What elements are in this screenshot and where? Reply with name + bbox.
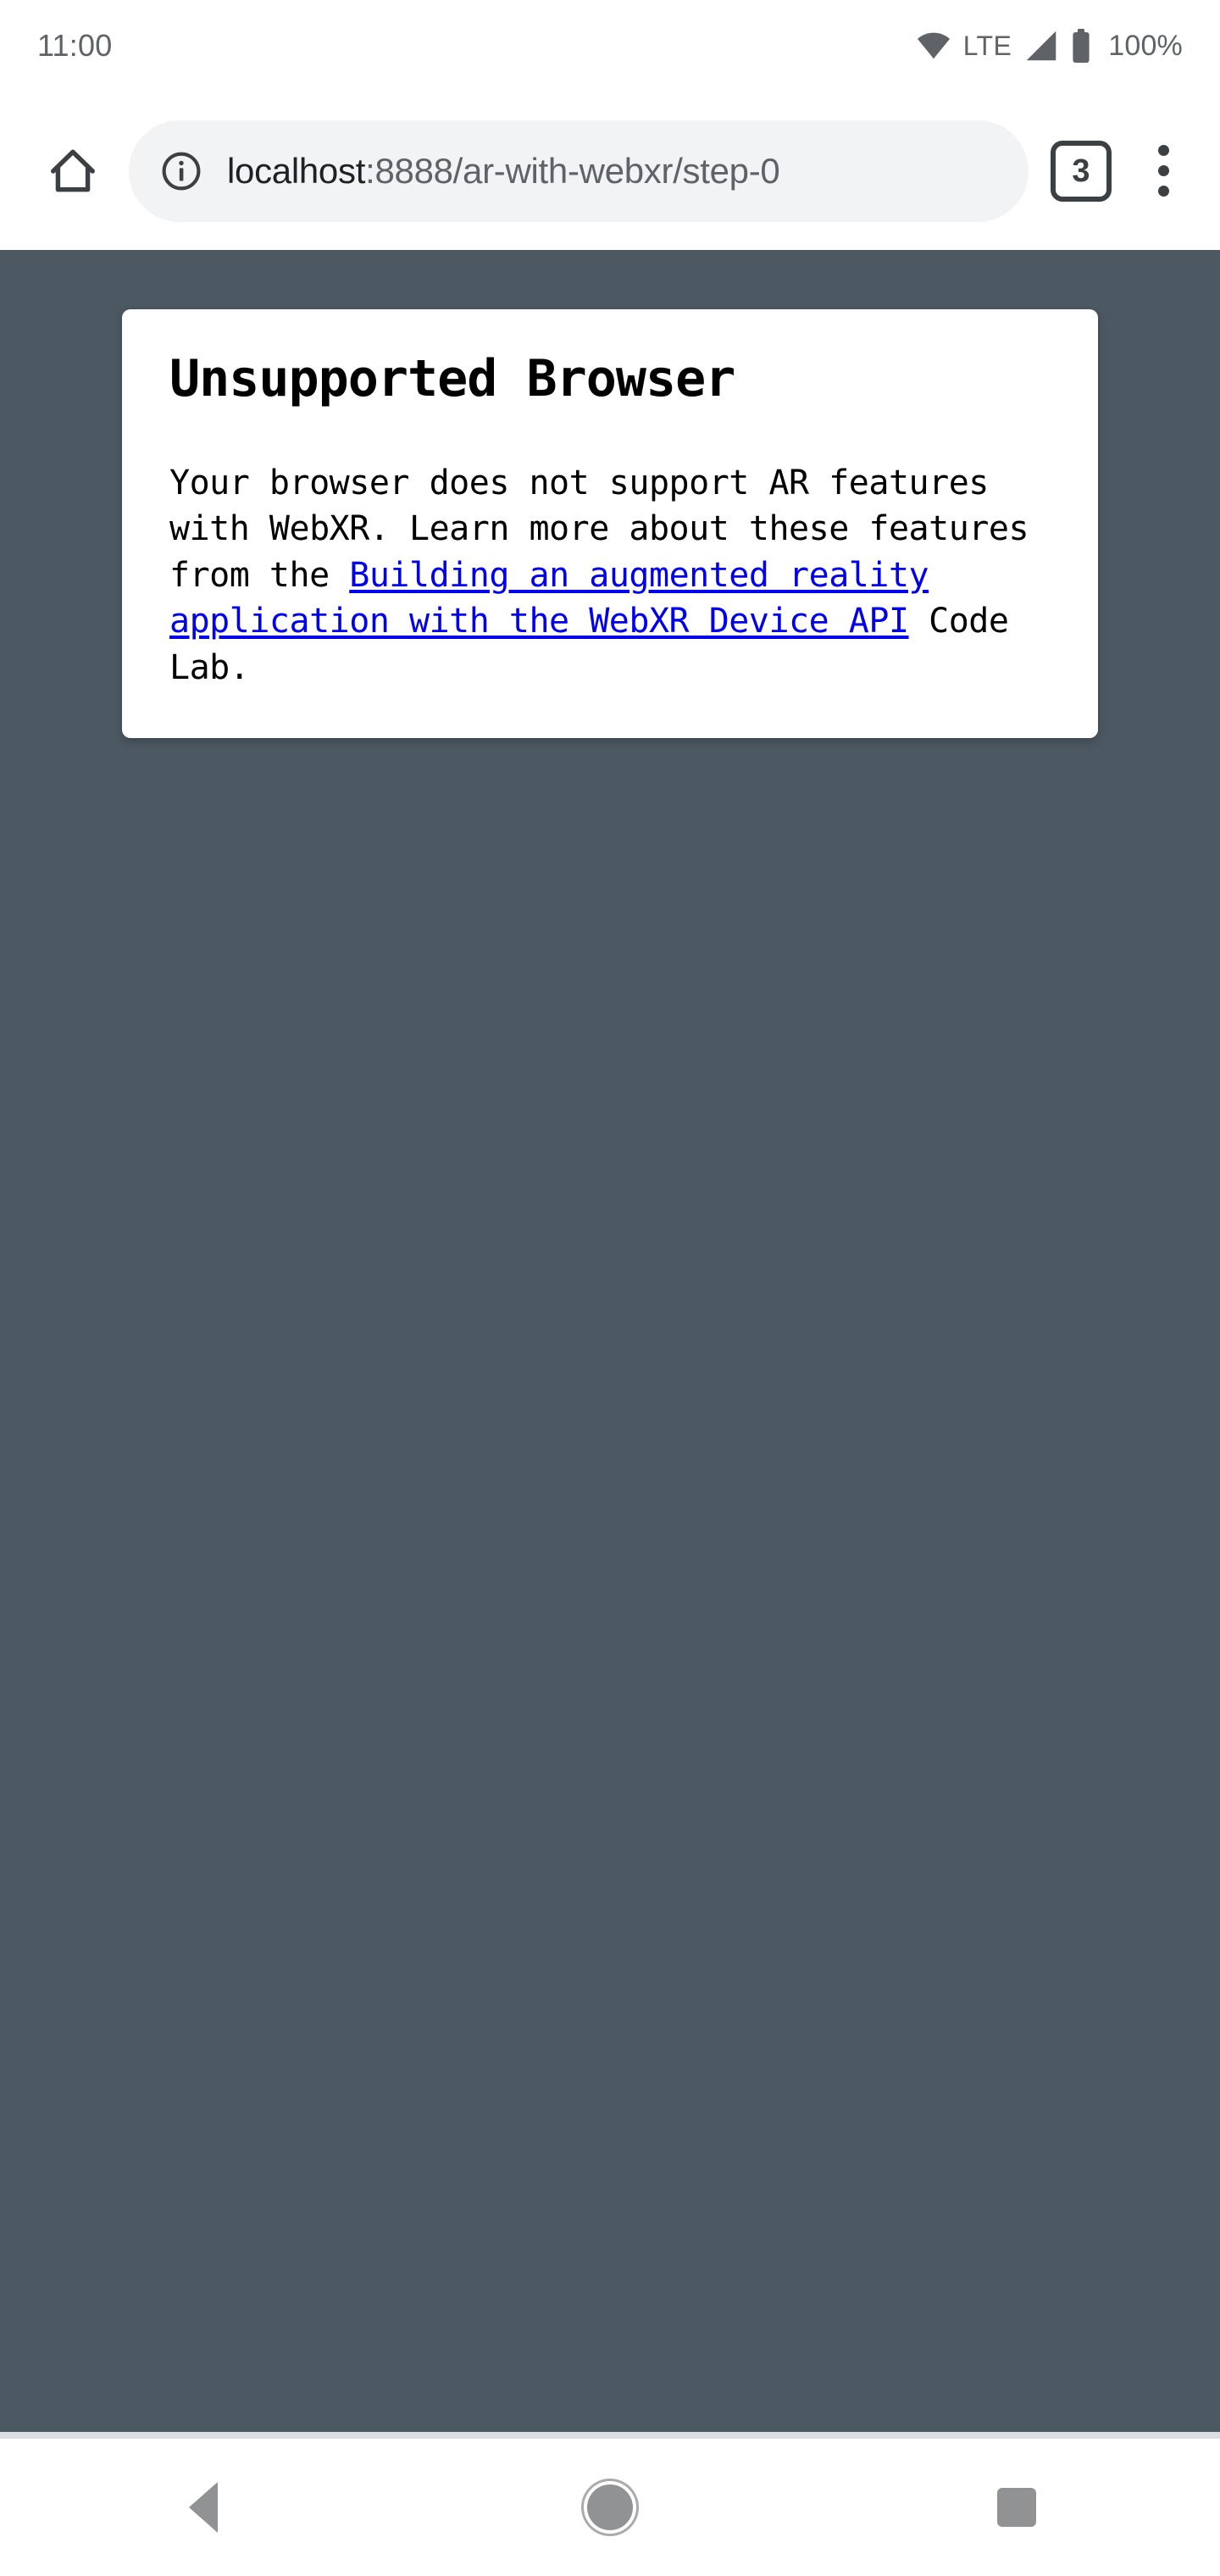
page-info-icon[interactable] (158, 147, 205, 195)
home-circle-icon (587, 2484, 633, 2530)
overflow-menu-icon[interactable] (1125, 130, 1201, 212)
nav-bar-divider (0, 2432, 1220, 2439)
page-title: Unsupported Browser (169, 349, 735, 408)
network-type-label: LTE (962, 30, 1012, 61)
nav-back-button[interactable] (127, 2439, 280, 2576)
battery-full-icon (1071, 29, 1091, 63)
system-navigation-bar (0, 2439, 1220, 2576)
wifi-icon (916, 31, 951, 60)
battery-percent-label: 100% (1108, 29, 1183, 62)
status-bar-clock: 11:00 (37, 28, 113, 63)
menu-dot (1157, 145, 1169, 156)
unsupported-browser-card: Unsupported Browser Your browser does no… (122, 309, 1098, 738)
browser-toolbar: localhost:8888/ar-with-webxr/step-0 3 (0, 92, 1220, 250)
status-bar-indicators: LTE 100% (916, 29, 1183, 63)
url-bar[interactable]: localhost:8888/ar-with-webxr/step-0 (129, 119, 1029, 222)
back-triangle-icon (189, 2482, 218, 2533)
recents-square-icon (997, 2488, 1036, 2527)
url-path: :8888/ar-with-webxr/step-0 (365, 150, 780, 191)
page-description: Your browser does not support AR feature… (169, 460, 1051, 691)
menu-dot (1157, 165, 1169, 176)
url-text: localhost:8888/ar-with-webxr/step-0 (227, 151, 780, 192)
signal-bars-icon (1023, 30, 1059, 62)
nav-recents-button[interactable] (940, 2439, 1093, 2576)
nav-home-button[interactable] (534, 2439, 686, 2576)
tab-count-label: 3 (1072, 153, 1090, 189)
web-page-viewport: Unsupported Browser Your browser does no… (0, 250, 1220, 2432)
tab-switcher-button[interactable]: 3 (1051, 140, 1112, 202)
status-bar: 11:00 LTE 100% (0, 0, 1220, 92)
url-host: localhost (227, 150, 366, 191)
home-icon[interactable] (32, 130, 114, 212)
menu-dot (1157, 186, 1169, 197)
